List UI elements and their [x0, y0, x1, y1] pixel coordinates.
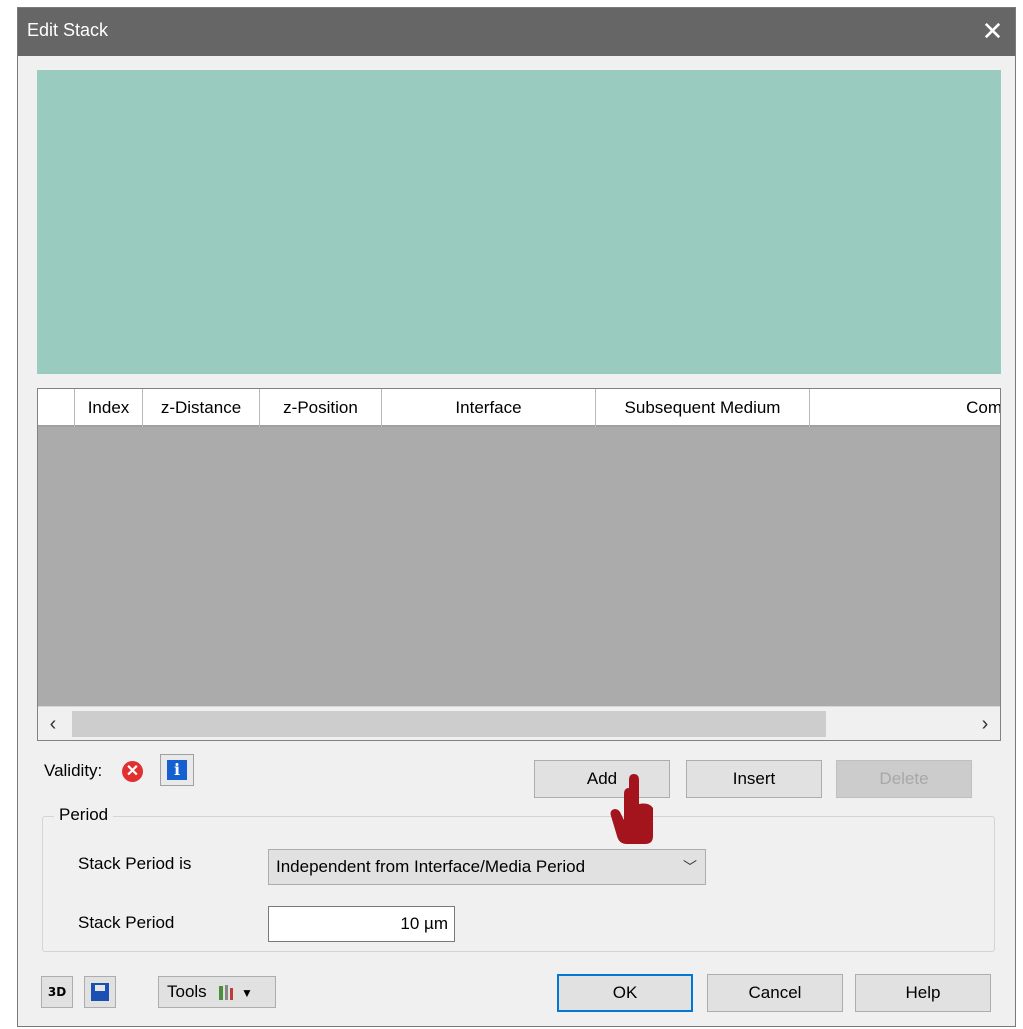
- chevron-down-icon: ▼: [241, 986, 253, 1000]
- col-header-comment[interactable]: Com: [810, 389, 1000, 427]
- scrollbar-thumb[interactable]: [72, 711, 826, 737]
- save-button[interactable]: [84, 976, 116, 1008]
- 3d-view-icon[interactable]: 3D: [41, 976, 73, 1008]
- save-icon: [91, 983, 109, 1001]
- col-header-index[interactable]: Index: [75, 389, 143, 427]
- hand-cursor-icon: [610, 774, 653, 844]
- stack-period-label: Stack Period: [78, 913, 175, 932]
- stack-table[interactable]: Index z-Distance z-Position Interface Su…: [37, 388, 1001, 741]
- close-icon[interactable]: ✕: [970, 8, 1015, 56]
- col-header-interface[interactable]: Interface: [382, 389, 596, 427]
- edit-stack-dialog: Edit Stack ✕ Index z-Distance z-Position…: [17, 7, 1016, 1027]
- ok-button[interactable]: OK: [557, 974, 693, 1012]
- info-icon: i: [167, 760, 187, 780]
- help-button[interactable]: Help: [855, 974, 991, 1012]
- cancel-button[interactable]: Cancel: [707, 974, 843, 1012]
- col-header-select[interactable]: [38, 389, 75, 427]
- stack-preview: [37, 70, 1001, 374]
- stack-period-input[interactable]: 10 µm: [268, 906, 455, 942]
- col-header-subsequent-medium[interactable]: Subsequent Medium: [596, 389, 810, 427]
- stack-period-is-label: Stack Period is: [78, 854, 192, 873]
- stack-period-is-select[interactable]: Independent from Interface/Media Period …: [268, 849, 706, 885]
- period-group-title: Period: [54, 805, 114, 825]
- stack-period-is-value: Independent from Interface/Media Period: [276, 857, 586, 876]
- invalid-status-icon: ✕: [122, 761, 143, 782]
- tools-label: Tools: [167, 982, 207, 1001]
- table-header: Index z-Distance z-Position Interface Su…: [38, 389, 1000, 427]
- delete-button[interactable]: Delete: [836, 760, 972, 798]
- tools-button[interactable]: Tools ▼: [158, 976, 276, 1008]
- col-header-z-position[interactable]: z-Position: [260, 389, 382, 427]
- col-header-z-distance[interactable]: z-Distance: [143, 389, 260, 427]
- title-bar: Edit Stack ✕: [18, 8, 1015, 56]
- chevron-down-icon: ﹀: [683, 859, 697, 875]
- window-title: Edit Stack: [27, 20, 109, 40]
- horizontal-scrollbar[interactable]: ‹ ›: [38, 706, 1000, 740]
- info-button[interactable]: i: [160, 754, 194, 786]
- validity-label: Validity:: [44, 761, 103, 780]
- scroll-left-icon[interactable]: ‹: [38, 707, 68, 740]
- scroll-right-icon[interactable]: ›: [970, 707, 1000, 740]
- insert-button[interactable]: Insert: [686, 760, 822, 798]
- tools-icon: [219, 985, 233, 1000]
